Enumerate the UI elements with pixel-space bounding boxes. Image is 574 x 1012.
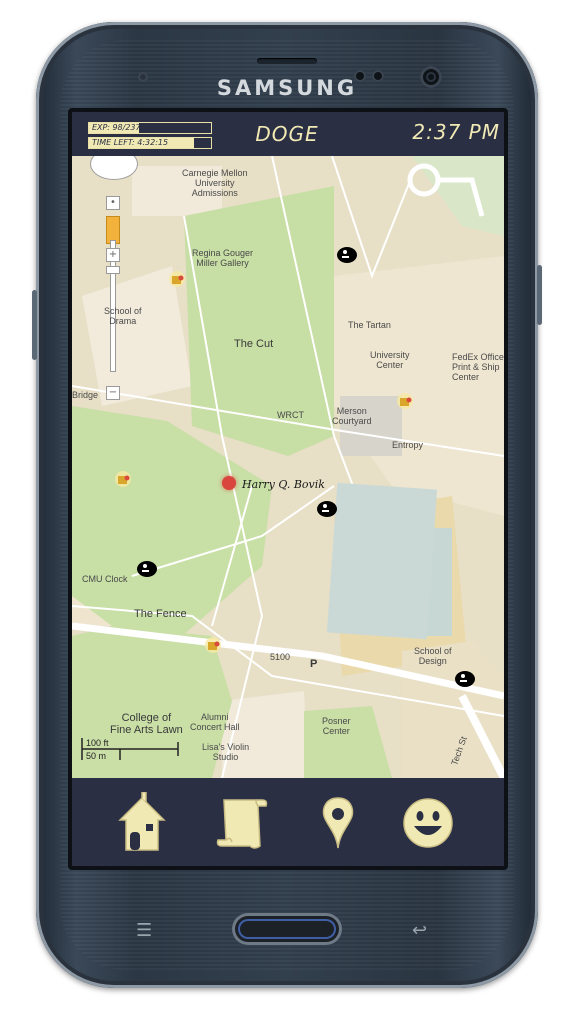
- label-university-center: University Center: [370, 350, 410, 370]
- player-name-label: Harry Q. Bovik: [242, 478, 325, 491]
- scale-metric: 50 m: [86, 751, 107, 761]
- zoom-out-button[interactable]: −: [106, 386, 120, 400]
- zoom-in-button[interactable]: +: [106, 248, 120, 262]
- menu-key-icon[interactable]: ☰: [136, 920, 152, 941]
- map-scale-bar: 100 ft 50 m: [80, 736, 180, 762]
- label-merson-courtyard: Merson Courtyard: [332, 406, 372, 426]
- treasure-item-icon[interactable]: [204, 636, 222, 654]
- pan-button[interactable]: •: [106, 196, 120, 210]
- label-bridge: Bridge: [72, 390, 99, 400]
- label-fedex-office: FedEx Office Print & Ship Center: [452, 352, 504, 382]
- label-miller-gallery: Regina Gouger Miller Gallery: [192, 248, 254, 268]
- scroll-icon: [216, 799, 268, 849]
- time-left-progress-bar: TIME LEFT: 4:32:15: [88, 137, 212, 149]
- label-road-number: 5100: [270, 652, 291, 662]
- campus-map[interactable]: • + − Carnegie Mellon University Admissi…: [72, 156, 504, 778]
- nav-locations-button[interactable]: [308, 792, 368, 854]
- treasure-item-icon[interactable]: [396, 392, 414, 410]
- label-cmu-admissions: Carnegie Mellon University Admissions: [182, 168, 248, 198]
- label-cmu-clock: CMU Clock: [82, 574, 128, 584]
- nav-home-button[interactable]: [112, 791, 172, 854]
- label-entropy: Entropy: [392, 440, 424, 450]
- map-base-layer: [72, 156, 504, 778]
- game-title: DOGE: [255, 122, 319, 146]
- label-fine-arts-lawn: College of Fine Arts Lawn: [110, 712, 183, 736]
- nav-quests-button[interactable]: [214, 792, 274, 854]
- earpiece-speaker: [257, 58, 317, 64]
- label-alumni-concert-hall: Alumni Concert Hall: [190, 712, 240, 732]
- monster-icon[interactable]: [136, 558, 158, 578]
- time-left-label: TIME LEFT: 4:32:15: [92, 138, 169, 147]
- house-icon: [118, 791, 166, 851]
- monster-icon[interactable]: [454, 668, 476, 688]
- label-wrct: WRCT: [277, 410, 304, 420]
- label-school-of-drama: School of Drama: [104, 306, 142, 326]
- map-pin-icon: [322, 797, 354, 849]
- exp-label: EXP: 98/237: [92, 123, 141, 132]
- label-school-of-design: School of Design: [414, 646, 452, 666]
- label-parking: P: [310, 658, 318, 670]
- scale-imperial: 100 ft: [86, 738, 109, 748]
- brand-logo: SAMSUNG: [216, 76, 358, 100]
- monster-icon[interactable]: [336, 244, 358, 264]
- lawn-the-cut: [184, 186, 334, 456]
- smiley-icon: [403, 798, 453, 848]
- volume-button: [32, 290, 37, 360]
- label-the-fence: The Fence: [134, 608, 187, 620]
- power-button: [537, 265, 542, 325]
- exp-progress-bar: EXP: 98/237 LVL: 7: [88, 122, 212, 134]
- home-key[interactable]: [232, 913, 342, 945]
- zoom-slider-handle[interactable]: [106, 266, 120, 274]
- label-the-cut: The Cut: [234, 338, 274, 350]
- level-label: LVL: 7: [182, 123, 207, 132]
- treasure-item-icon[interactable]: [168, 270, 186, 288]
- label-posner-center: Posner Center: [322, 716, 351, 736]
- treasure-item-icon[interactable]: [114, 470, 132, 488]
- bottom-navigation: [72, 778, 504, 866]
- monster-icon[interactable]: [316, 498, 338, 518]
- parking-lot: [326, 482, 438, 640]
- building-concert-hall: [222, 691, 308, 778]
- app-screen: EXP: 98/237 LVL: 7 TIME LEFT: 4:32:15 DO…: [72, 112, 504, 866]
- player-location-marker[interactable]: [222, 476, 236, 490]
- nav-profile-button[interactable]: [398, 792, 458, 854]
- label-lisas-violin-studio: Lisa's Violin Studio: [202, 742, 250, 762]
- back-key-icon[interactable]: ↩: [412, 920, 427, 941]
- top-status-bar: EXP: 98/237 LVL: 7 TIME LEFT: 4:32:15 DO…: [72, 112, 504, 156]
- clock: 2:37 PM: [412, 120, 500, 144]
- label-the-tartan: The Tartan: [348, 320, 391, 330]
